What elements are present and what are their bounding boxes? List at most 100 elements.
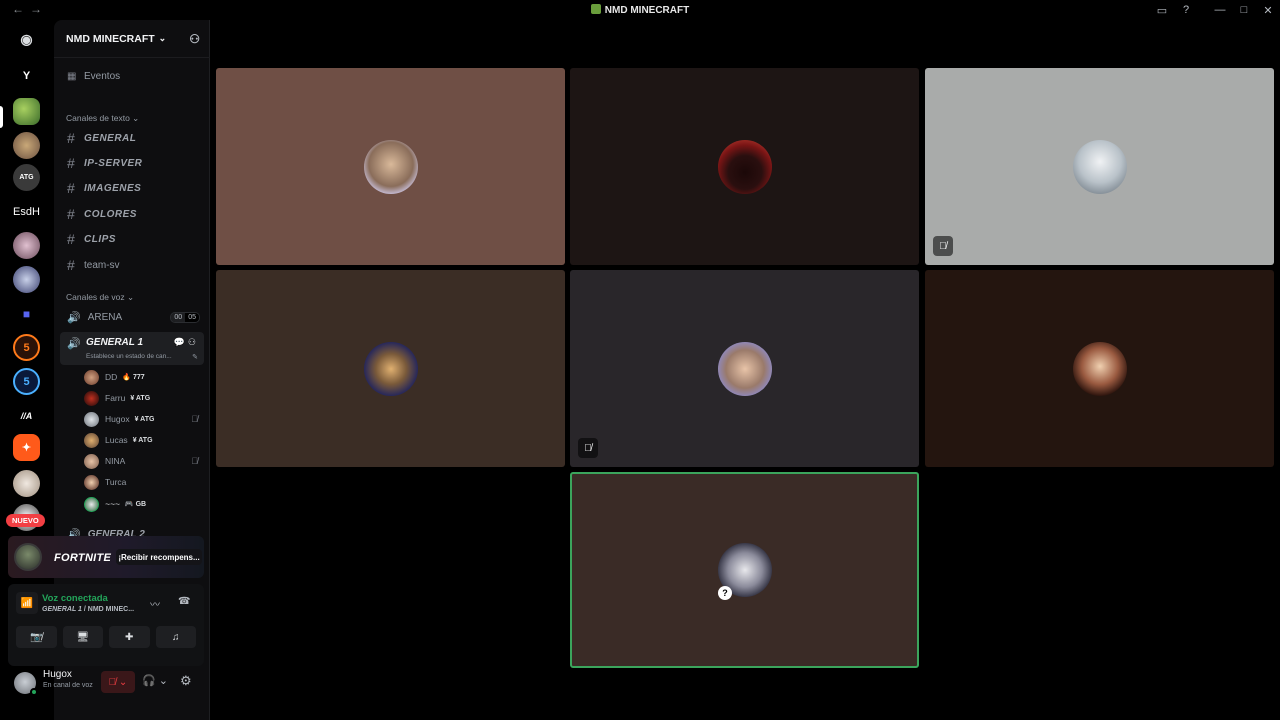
participant-tile-speaking[interactable]: ? [570, 472, 919, 668]
hash-icon: # [67, 231, 75, 247]
voice-status: Voz conectada [42, 593, 108, 604]
muted-mic-icon: 🎙̸ [578, 438, 598, 458]
server-5-blue[interactable]: 5 [13, 368, 40, 395]
avatar [84, 390, 99, 406]
server-header[interactable]: NMD MINECRAFT ⌄ ⚇ [54, 20, 210, 58]
screen-share-button[interactable]: 🖥 [62, 626, 103, 648]
discord-home-icon[interactable]: ◉ [13, 26, 40, 53]
selected-indicator [0, 106, 3, 128]
voice-user[interactable]: ~~~ 🎮 GB [84, 494, 202, 514]
calendar-icon: ▦ [67, 70, 77, 82]
server-cat2[interactable] [13, 470, 40, 497]
server-logo-icon[interactable]: //A [13, 402, 40, 429]
channel-team-sv[interactable]: # team-sv [60, 254, 204, 276]
disconnect-icon[interactable]: ☎ [178, 596, 190, 607]
voice-call-stage: 🎙̸ 🎙̸ ? [211, 20, 1280, 720]
participant-tile[interactable]: 🎙̸ [925, 68, 1274, 265]
inbox-icon[interactable]: ▭ [1150, 4, 1174, 17]
muted-icon: 🎙̸ [191, 414, 198, 424]
text-category-header[interactable]: Canales de texto ⌄ [66, 113, 139, 124]
server-atg[interactable]: ATG [13, 164, 40, 191]
voice-connection-panel: 📶 Voz conectada GENERAL 1 / NMD MINEC...… [8, 584, 204, 666]
signal-icon[interactable]: 📶 [16, 592, 38, 614]
participant-avatar [1073, 342, 1127, 396]
promo-brand: FORTNITE [54, 552, 112, 564]
server-5-orange[interactable]: 5 [13, 334, 40, 361]
mute-mic-button[interactable]: 🎙̸ ⌄ [101, 671, 135, 693]
help-icon[interactable]: ? [1174, 4, 1198, 16]
noise-suppression-icon[interactable]: 〰 [150, 596, 160, 611]
voice-user[interactable]: Hugox ¥ ATG 🎙̸ [84, 409, 202, 429]
channel-colores[interactable]: # COLORES [60, 203, 204, 225]
voice-category-header[interactable]: Canales de voz ⌄ [66, 292, 134, 303]
promo-avatar [14, 543, 42, 571]
maximize-button[interactable]: □ [1232, 4, 1256, 16]
voice-channel-info[interactable]: GENERAL 1 / NMD MINEC... [42, 606, 134, 613]
folder-icon[interactable]: ■ [13, 300, 40, 327]
hash-icon: # [67, 180, 75, 196]
participant-tile[interactable] [925, 270, 1274, 467]
channel-general[interactable]: # GENERAL [60, 127, 204, 149]
events-item[interactable]: ▦ Eventos [60, 65, 204, 87]
channel-clips[interactable]: # CLIPS [60, 228, 204, 250]
avatar [84, 474, 99, 490]
pencil-icon[interactable]: ✎ [192, 353, 198, 361]
chevron-down-icon: ⌄ [158, 33, 167, 43]
camera-off-button[interactable]: 📷̸ [16, 626, 57, 648]
status-dot [30, 688, 38, 696]
server-yellow[interactable] [13, 132, 40, 159]
server-anime[interactable] [13, 266, 40, 293]
avatar [84, 411, 99, 427]
voice-user[interactable]: Lucas ¥ ATG [84, 430, 202, 450]
window-controls: ▭ ? — □ ✕ [1150, 0, 1280, 20]
voice-user[interactable]: Turca [84, 472, 202, 492]
server-icon [590, 4, 601, 14]
soundboard-button[interactable]: ♫ [155, 626, 196, 648]
avatar [84, 496, 99, 512]
promo-banner[interactable]: FORTNITE ¡Recibir recompens... [8, 536, 204, 578]
username[interactable]: Hugox [43, 669, 72, 680]
hash-icon: # [67, 155, 75, 171]
activities-button[interactable]: ✚ [109, 626, 150, 648]
user-panel: Hugox En canal de voz 🎙̸ ⌄ 🎧 ⌄ ⚙ [8, 668, 204, 700]
server-green[interactable] [13, 98, 40, 125]
minimize-button[interactable]: — [1208, 4, 1232, 16]
title-bar: ←→ NMD MINECRAFT ▭ ? — □ ✕ [0, 0, 1280, 20]
voice-channel-general-1[interactable]: 🔊 GENERAL 1 💬⚇ Establece un estado de ca… [60, 332, 204, 365]
hash-icon: # [67, 130, 75, 146]
avatar [84, 453, 99, 469]
participant-tile[interactable] [216, 68, 565, 265]
channel-imagenes[interactable]: # IMAGENES [60, 177, 204, 199]
muted-icon: 🎙̸ [191, 456, 198, 466]
participant-tile[interactable]: 🎙̸ [570, 270, 919, 467]
voice-user[interactable]: DD 🔥 777 [84, 367, 202, 387]
user-limit-badge: 00 05 [170, 311, 200, 323]
close-button[interactable]: ✕ [1256, 4, 1280, 17]
participant-avatar [718, 342, 772, 396]
muted-mic-icon: 🎙̸ [933, 236, 953, 256]
voice-channel-arena[interactable]: 🔊 ARENA 00 05 [60, 306, 204, 328]
participant-tile[interactable] [570, 68, 919, 265]
participant-avatar [364, 140, 418, 194]
avatar [84, 432, 99, 448]
claim-reward-button[interactable]: ¡Recibir recompens... [116, 549, 202, 565]
server-cat[interactable] [13, 232, 40, 259]
window-title: NMD MINECRAFT [0, 4, 1280, 16]
new-badge: NUEVO [6, 514, 45, 527]
voice-user[interactable]: Farru ¥ ATG [84, 388, 202, 408]
settings-gear-icon[interactable]: ⚙ [180, 673, 192, 689]
participant-tile[interactable] [216, 270, 565, 467]
headphones-button[interactable]: 🎧 ⌄ [142, 674, 168, 687]
invite-icon[interactable]: ⚇ [189, 32, 200, 46]
hash-icon: # [67, 257, 75, 273]
server-esdh[interactable]: EsdH [13, 198, 40, 225]
voice-user[interactable]: NINA 🎙̸ [84, 451, 202, 471]
server-y[interactable]: Y [13, 62, 40, 89]
channel-actions[interactable]: 💬⚇ [174, 337, 199, 348]
hash-icon: # [67, 206, 75, 222]
question-badge-icon: ? [718, 586, 732, 600]
channel-ip-server[interactable]: # IP-SERVER [60, 152, 204, 174]
participant-avatar [1073, 140, 1127, 194]
server-orange[interactable]: ✦ [13, 434, 40, 461]
speaker-icon: 🔊 [67, 311, 81, 324]
